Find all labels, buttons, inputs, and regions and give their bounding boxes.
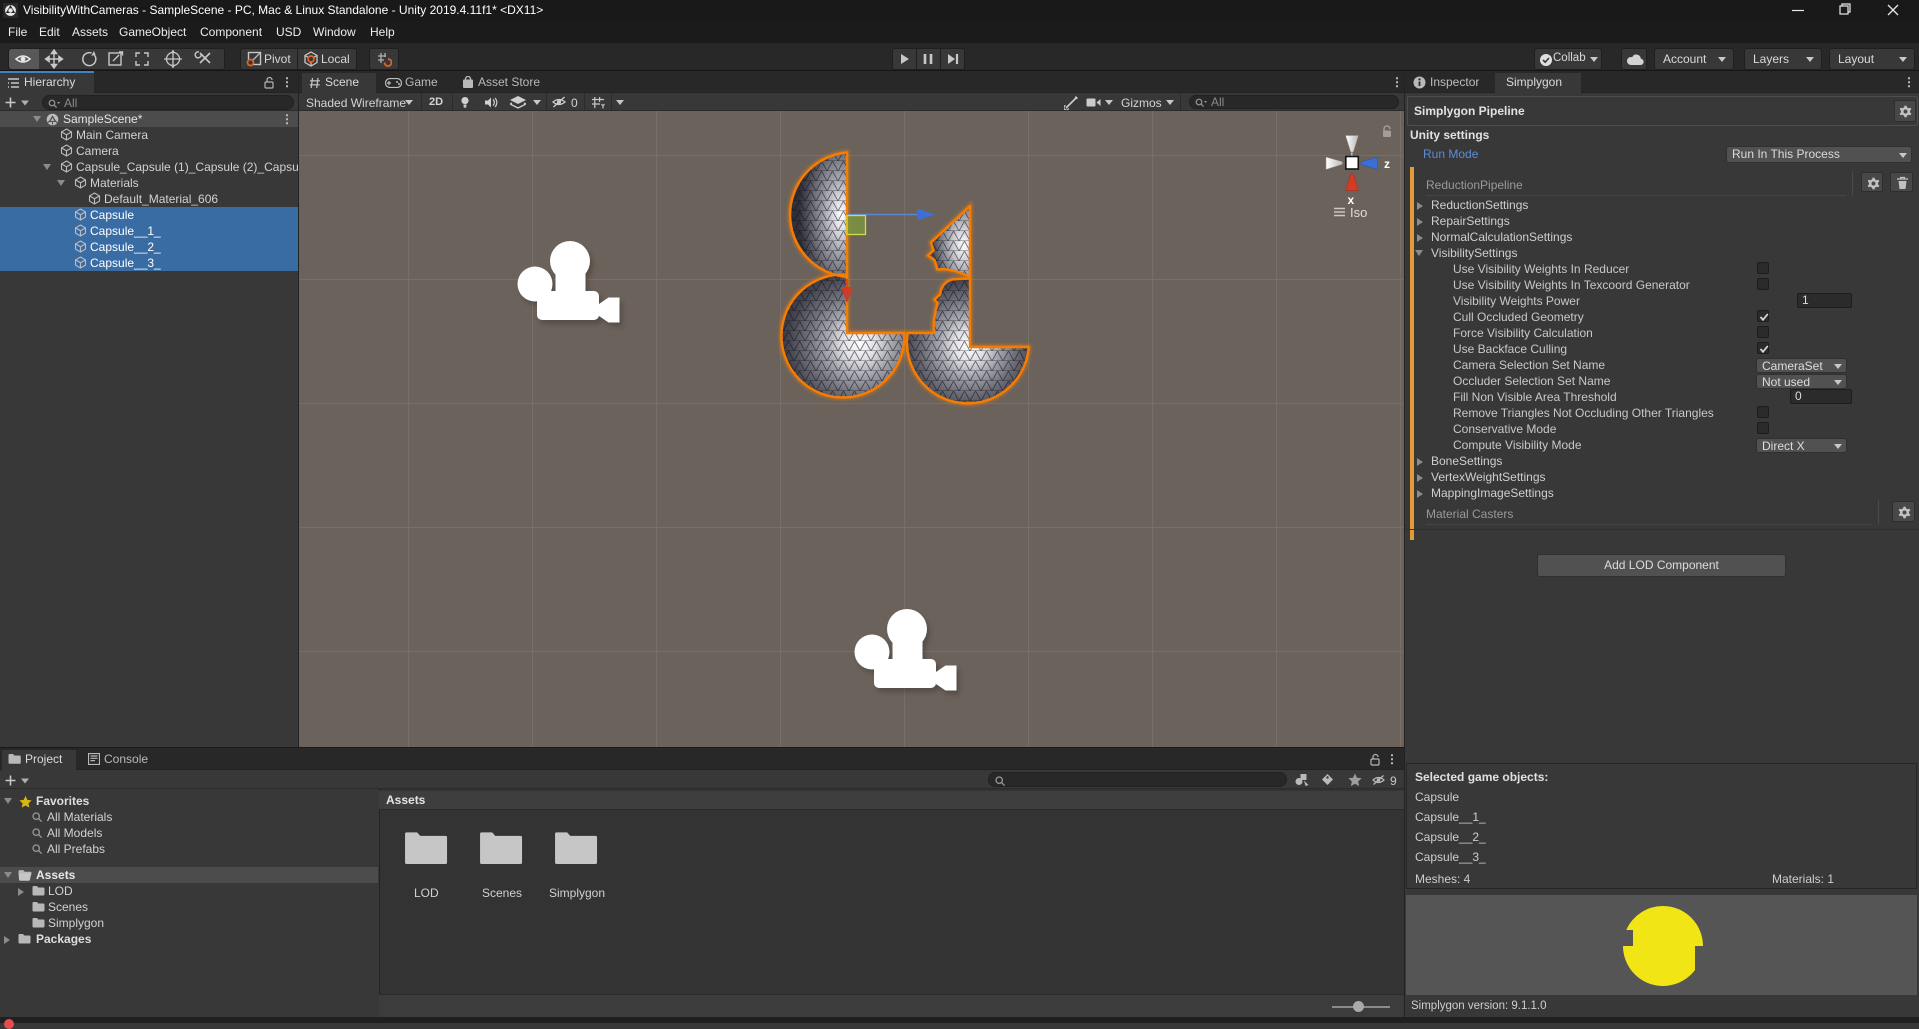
svg-text:Iso: Iso	[1350, 205, 1367, 220]
svg-text:z: z	[1384, 157, 1390, 171]
